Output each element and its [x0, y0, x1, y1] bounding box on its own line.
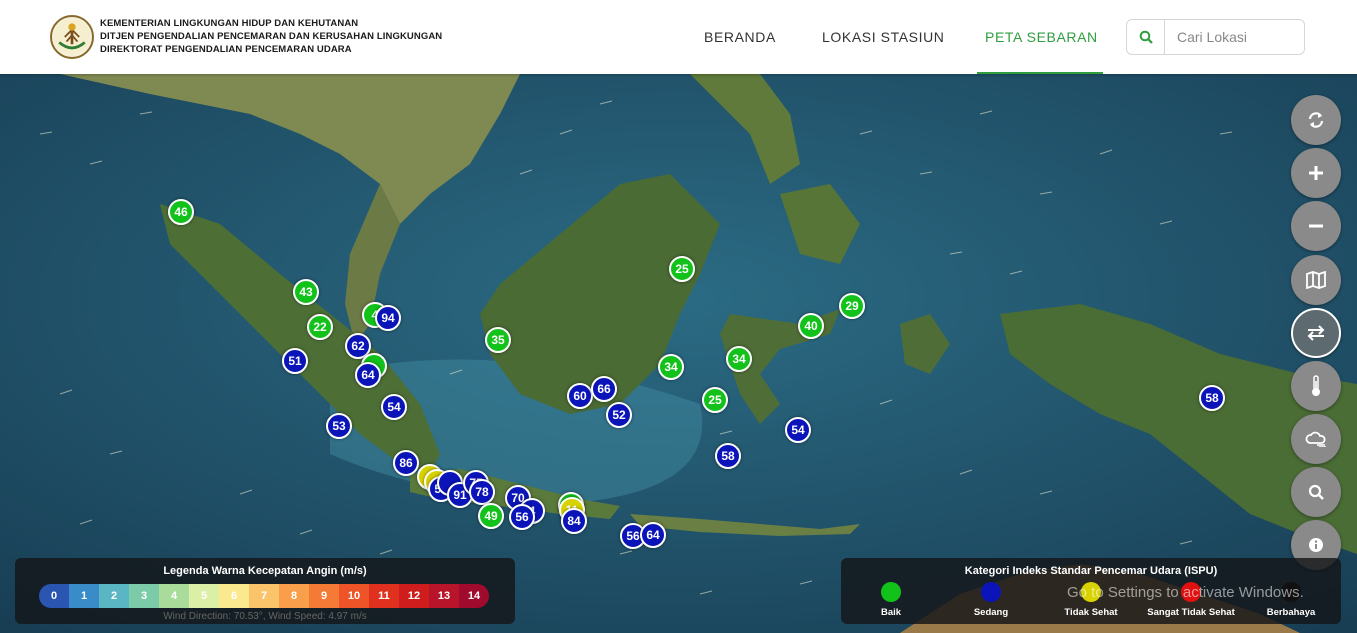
search-icon	[1139, 30, 1153, 44]
map-layer-button[interactable]	[1291, 255, 1341, 305]
org-line-2: DITJEN PENGENDALIAN PENCEMARAN DAN KERUS…	[100, 31, 443, 42]
temperature-button[interactable]	[1291, 361, 1341, 411]
station-marker[interactable]: 86	[393, 450, 419, 476]
station-marker[interactable]: 53	[326, 413, 352, 439]
wind-scale-cell-9: 9	[309, 584, 339, 608]
plus-icon	[1309, 166, 1323, 180]
ispu-item-sedang: Sedang	[946, 582, 1036, 618]
wind-scale-cell-1: 1	[69, 584, 99, 608]
location-search	[1126, 19, 1305, 55]
station-marker[interactable]: 52	[606, 402, 632, 428]
refresh-button[interactable]	[1291, 95, 1341, 145]
station-marker[interactable]: 34	[658, 354, 684, 380]
wind-info-text: Wind Direction: 70.53°, Wind Speed: 4.97…	[163, 611, 367, 622]
station-marker[interactable]: 56	[509, 504, 535, 530]
ispu-label-tidak-sehat: Tidak Sehat	[1064, 607, 1118, 618]
org-line-3: DIREKTORAT PENGENDALIAN PENCEMARAN UDARA	[100, 44, 352, 55]
wind-scale-cell-4: 4	[159, 584, 189, 608]
station-marker[interactable]: 43	[293, 279, 319, 305]
ministry-logo[interactable]	[50, 15, 94, 59]
wind-toggle-button[interactable]	[1291, 308, 1341, 358]
nav-peta-sebaran[interactable]: PETA SEBARAN	[985, 0, 1098, 74]
wind-scale-cell-7: 7	[249, 584, 279, 608]
station-marker[interactable]: 40	[798, 313, 824, 339]
ispu-label-sangat-tidak-sehat: Sangat Tidak Sehat	[1147, 607, 1235, 618]
wind-scale-cell-2: 2	[99, 584, 129, 608]
nav-beranda[interactable]: BERANDA	[704, 0, 776, 74]
ispu-label-baik: Baik	[880, 607, 902, 618]
ispu-dot-baik	[881, 582, 901, 602]
ispu-item-baik: Baik	[846, 582, 936, 618]
ispu-label-berbahaya: Berbahaya	[1266, 607, 1316, 618]
station-marker[interactable]: 46	[168, 199, 194, 225]
station-marker[interactable]: 54	[381, 394, 407, 420]
station-marker[interactable]: 64	[640, 522, 666, 548]
ispu-label-sedang: Sedang	[973, 607, 1009, 618]
wind-color-scale: 0 1 2 3 4 5 6 7 8 9 10 11 12 13 14	[39, 584, 489, 608]
satellite-basemap	[0, 74, 1357, 633]
refresh-icon	[1308, 112, 1324, 128]
zoom-in-button[interactable]	[1291, 148, 1341, 198]
info-icon	[1309, 538, 1323, 552]
map-icon	[1306, 271, 1326, 289]
wind-speed-legend: Legenda Warna Kecepatan Angin (m/s) 0123…	[15, 558, 515, 624]
wind-scale-cell-11: 11	[369, 584, 399, 608]
top-header: KEMENTERIAN LINGKUNGAN HIDUP DAN KEHUTAN…	[0, 0, 1357, 74]
ispu-dot-sedang	[981, 582, 1001, 602]
search-input[interactable]	[1165, 29, 1295, 45]
wind-scale-cell-5: 5	[189, 584, 219, 608]
org-line-1: KEMENTERIAN LINGKUNGAN HIDUP DAN KEHUTAN…	[100, 18, 359, 29]
station-marker[interactable]: 58	[1199, 385, 1225, 411]
search-button[interactable]	[1127, 20, 1165, 54]
wind-scale-cell-6: 6	[219, 584, 249, 608]
map-view[interactable]: 4643224945162645453865591757849704561184…	[0, 74, 1357, 633]
station-marker[interactable]: 54	[785, 417, 811, 443]
organization-name: KEMENTERIAN LINGKUNGAN HIDUP DAN KEHUTAN…	[100, 17, 442, 56]
wind-scale-cell-0: 0	[39, 584, 69, 608]
wind-scale-cell-14: 14	[459, 584, 489, 608]
swap-arrows-icon	[1307, 325, 1325, 341]
station-marker[interactable]: 49	[478, 503, 504, 529]
cloud-wind-button[interactable]	[1291, 414, 1341, 464]
minus-icon	[1309, 224, 1323, 228]
station-marker[interactable]: 51	[282, 348, 308, 374]
wind-scale-cell-13: 13	[429, 584, 459, 608]
station-marker[interactable]: 22	[307, 314, 333, 340]
station-marker[interactable]: 78	[469, 479, 495, 505]
nav-lokasi-stasiun[interactable]: LOKASI STASIUN	[822, 0, 945, 74]
wind-scale-cell-8: 8	[279, 584, 309, 608]
search-map-button[interactable]	[1291, 467, 1341, 517]
cloud-wind-icon	[1305, 431, 1326, 447]
station-marker[interactable]: 58	[715, 443, 741, 469]
station-marker[interactable]: 34	[726, 346, 752, 372]
station-marker[interactable]: 29	[839, 293, 865, 319]
wind-legend-title: Legenda Warna Kecepatan Angin (m/s)	[163, 565, 367, 577]
station-marker[interactable]: 60	[567, 383, 593, 409]
station-marker[interactable]: 25	[702, 387, 728, 413]
station-marker[interactable]: 66	[591, 376, 617, 402]
zoom-out-button[interactable]	[1291, 201, 1341, 251]
windows-activation-watermark: Go to Settings to activate Windows.	[1067, 584, 1304, 601]
ispu-legend-title: Kategori Indeks Standar Pencemar Udara (…	[964, 565, 1218, 577]
station-marker[interactable]: 84	[561, 508, 587, 534]
thermometer-icon	[1312, 375, 1320, 396]
station-marker[interactable]: 94	[375, 305, 401, 331]
station-marker[interactable]: 64	[355, 362, 381, 388]
wind-scale-cell-10: 10	[339, 584, 369, 608]
search-icon	[1308, 484, 1324, 500]
station-marker[interactable]: 35	[485, 327, 511, 353]
wind-scale-cell-12: 12	[399, 584, 429, 608]
station-marker[interactable]: 25	[669, 256, 695, 282]
active-nav-indicator	[977, 72, 1103, 74]
wind-scale-cell-3: 3	[129, 584, 159, 608]
